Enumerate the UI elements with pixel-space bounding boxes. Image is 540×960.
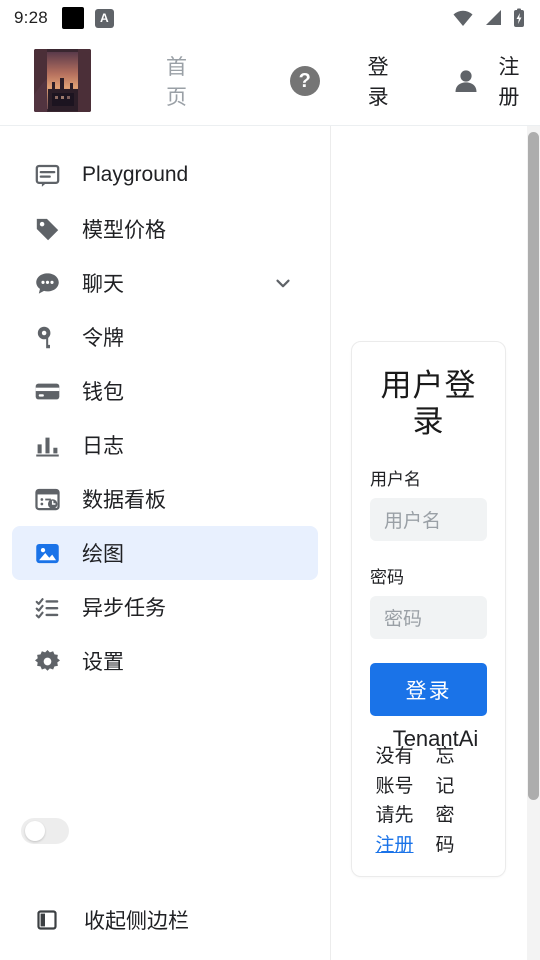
forgot-line: 记	[435, 775, 455, 797]
brand-footer: TenantAi	[392, 726, 479, 751]
status-bar: 9:28 A	[0, 0, 540, 36]
register-prompt: 没有 账号 请先 注册	[376, 742, 422, 860]
register-prompt-line: 请先	[375, 805, 414, 827]
app-header: 首页 ? 登录 注册	[0, 36, 540, 126]
checklist-icon	[32, 592, 62, 622]
register-prompt-line: 账号	[375, 775, 414, 797]
sidebar-item-model-pricing[interactable]: 模型价格	[12, 202, 318, 256]
forgot-line: 码	[435, 834, 455, 856]
theme-toggle[interactable]	[21, 818, 69, 844]
sidebar-item-label: 聊天	[82, 273, 124, 296]
playground-icon	[32, 160, 62, 190]
account-avatar[interactable]	[452, 67, 480, 95]
password-input[interactable]: 密码	[370, 596, 487, 640]
collapse-sidebar-button[interactable]: 收起侧边栏	[0, 896, 330, 944]
gear-icon	[32, 646, 62, 676]
sidebar-item-chat[interactable]: 聊天	[12, 256, 318, 310]
sidebar-item-wallet[interactable]: 钱包	[12, 364, 318, 418]
chat-bubble-icon	[32, 268, 62, 298]
sidebar-item-settings[interactable]: 设置	[12, 634, 318, 688]
sidebar-item-tokens[interactable]: 令牌	[12, 310, 318, 364]
nav-home-link[interactable]: 首页	[166, 51, 208, 111]
sidebar-item-label: Playground	[82, 163, 189, 186]
logo-image[interactable]	[34, 49, 91, 112]
nav-login-link[interactable]: 登录	[368, 51, 410, 111]
sidebar-item-playground[interactable]: Playground	[12, 148, 318, 202]
status-left-icons: A	[61, 7, 114, 29]
sidebar: Playground 模型价格 聊天 令牌 钱包 日志 数据看板 绘图 异步任务…	[0, 126, 331, 960]
person-icon	[455, 69, 477, 92]
a-badge-icon: A	[94, 8, 114, 28]
sidebar-collapse-icon	[32, 905, 62, 935]
login-card-links: 没有 账号 请先 注册 忘 记 密 码	[370, 742, 487, 860]
content-area: 用户登录 用户名 用户名 密码 密码 登录 没有 账号 请先 注册 忘 记 密 …	[331, 126, 540, 960]
password-placeholder: 密码	[384, 609, 423, 631]
key-icon	[32, 322, 62, 352]
image-icon	[32, 538, 62, 568]
status-right-icons	[452, 8, 526, 28]
sidebar-item-logs[interactable]: 日志	[12, 418, 318, 472]
password-label: 密码	[370, 568, 404, 588]
sidebar-item-label: 设置	[82, 651, 124, 674]
username-placeholder: 用户名	[384, 511, 442, 533]
sidebar-item-drawing[interactable]: 绘图	[12, 526, 318, 580]
bar-chart-icon	[32, 430, 62, 460]
nav-register-link[interactable]: 注册	[498, 51, 540, 111]
scrollbar-thumb[interactable]	[528, 132, 539, 800]
status-clock: 9:28	[14, 8, 48, 27]
wallet-card-icon	[32, 376, 62, 406]
username-input[interactable]: 用户名	[370, 498, 487, 542]
sidebar-item-async-tasks[interactable]: 异步任务	[12, 580, 318, 634]
login-card: 用户登录 用户名 用户名 密码 密码 登录 没有 账号 请先 注册 忘 记 密 …	[351, 341, 506, 878]
forgot-line: 密	[435, 805, 455, 827]
sidebar-item-label: 绘图	[82, 543, 124, 566]
sidebar-item-label: 钱包	[82, 381, 124, 404]
register-link[interactable]: 注册	[376, 831, 422, 860]
wifi-icon	[453, 10, 473, 26]
sidebar-menu: Playground 模型价格 聊天 令牌 钱包 日志 数据看板 绘图 异步任务…	[0, 126, 330, 688]
username-label: 用户名	[370, 470, 421, 490]
chevron-down-icon[interactable]	[272, 272, 294, 294]
sidebar-item-label: 异步任务	[82, 597, 166, 620]
collapse-sidebar-label: 收起侧边栏	[84, 910, 189, 933]
cellular-signal-icon	[486, 10, 501, 25]
tag-icon	[32, 214, 62, 244]
sidebar-footer: 收起侧边栏	[0, 818, 330, 960]
help-icon: ?	[289, 65, 320, 96]
login-card-title: 用户登录	[380, 368, 477, 439]
notification-square-icon	[61, 7, 84, 29]
toggle-knob	[25, 821, 45, 841]
sidebar-item-label: 数据看板	[82, 489, 166, 512]
sidebar-item-label: 令牌	[82, 327, 124, 350]
dashboard-clock-icon	[32, 484, 62, 514]
sidebar-item-dashboard[interactable]: 数据看板	[12, 472, 318, 526]
help-button[interactable]: ?	[289, 65, 320, 96]
login-submit-button[interactable]: 登录	[370, 663, 487, 717]
battery-charging-icon	[514, 8, 524, 27]
forgot-password-link[interactable]: 忘 记 密 码	[436, 742, 482, 860]
content-scrollbar[interactable]	[527, 126, 540, 960]
sidebar-item-label: 日志	[82, 435, 124, 458]
main-body: Playground 模型价格 聊天 令牌 钱包 日志 数据看板 绘图 异步任务…	[0, 126, 540, 960]
sidebar-item-label: 模型价格	[82, 219, 166, 242]
